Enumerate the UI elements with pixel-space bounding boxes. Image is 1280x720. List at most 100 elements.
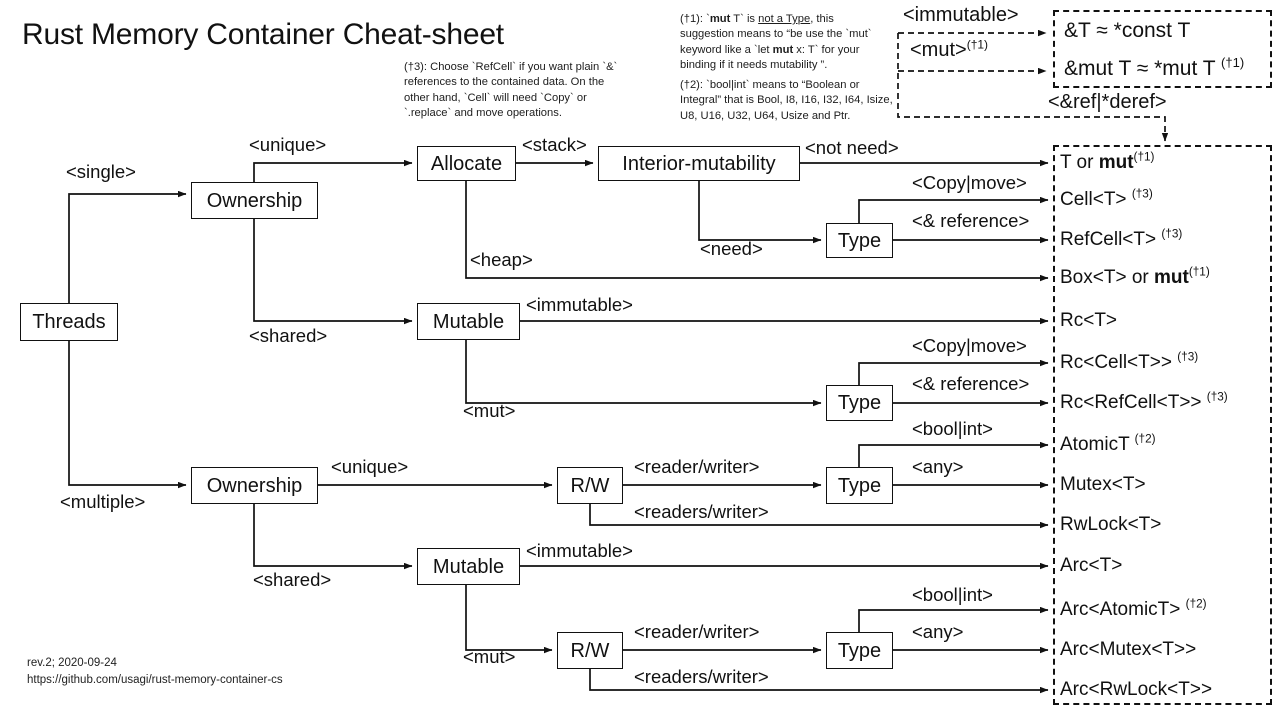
note-1-underline: not a Type bbox=[758, 13, 811, 25]
result-footnote-marker: (†3) bbox=[1206, 390, 1228, 404]
edge-label-bool-int-2: <bool|int> bbox=[912, 584, 993, 605]
result-text: Box<T> or bbox=[1060, 267, 1154, 288]
edge-label-mut-ref-sup: (†1) bbox=[966, 37, 989, 52]
result-footnote-marker: (†2) bbox=[1134, 432, 1156, 446]
edge-label-bool-int-1: <bool|int> bbox=[912, 418, 993, 439]
result-row: Rc<RefCell<T>> (†3) bbox=[1060, 390, 1228, 413]
note-1-prefix: (†1): bbox=[680, 13, 707, 25]
result-row: Cell<T> (†3) bbox=[1060, 187, 1153, 210]
node-ownership-single[interactable]: Ownership bbox=[191, 182, 318, 219]
result-text: Mutex<T> bbox=[1060, 474, 1146, 495]
result-text: T or bbox=[1060, 152, 1099, 173]
edge-label-mut-ref: <mut>(†1) bbox=[910, 37, 989, 61]
result-row: AtomicT (†2) bbox=[1060, 432, 1156, 455]
result-text: AtomicT bbox=[1060, 434, 1135, 455]
edge-label-mut-1: <mut> bbox=[463, 400, 516, 421]
node-type-rw-shared[interactable]: Type bbox=[826, 632, 893, 669]
node-type-interior[interactable]: Type bbox=[826, 223, 893, 258]
node-rw-unique[interactable]: R/W bbox=[557, 467, 623, 504]
note-dagger-1: (†1): `mut T` is not a Type, this sugges… bbox=[680, 12, 890, 74]
footer-url[interactable]: https://github.com/usagi/rust-memory-con… bbox=[27, 672, 283, 689]
note-3-prefix: (†3): bbox=[404, 61, 431, 73]
node-threads[interactable]: Threads bbox=[20, 303, 118, 341]
result-row: Arc<AtomicT> (†2) bbox=[1060, 597, 1207, 620]
edge-label-need: <need> bbox=[700, 238, 763, 259]
edge-label-unique-2: <unique> bbox=[331, 456, 409, 477]
edge-label-reference-1: <& reference> bbox=[912, 210, 1030, 231]
footer-revision: rev.2; 2020-09-24 bbox=[27, 657, 117, 669]
edge-label-immutable-ref: <immutable> bbox=[903, 4, 1019, 26]
edge-label-any-2: <any> bbox=[912, 621, 964, 642]
ref-row-mut-text: &mut T ≈ *mut T bbox=[1064, 57, 1222, 80]
result-text: Cell<T> bbox=[1060, 189, 1132, 210]
result-row: Mutex<T> bbox=[1060, 475, 1146, 494]
result-text: RefCell<T> bbox=[1060, 229, 1162, 250]
result-text: RwLock<T> bbox=[1060, 514, 1162, 535]
edge-label-readers-writer-2: <readers/writer> bbox=[634, 666, 769, 687]
note-dagger-2: (†2): `bool|int` means to “Boolean or In… bbox=[680, 78, 898, 124]
page-title: Rust Memory Container Cheat-sheet bbox=[22, 18, 504, 51]
edge-label-reference-2: <& reference> bbox=[912, 373, 1030, 394]
edge-label-ref-deref: <&ref|*deref> bbox=[1048, 91, 1167, 113]
node-allocate[interactable]: Allocate bbox=[417, 146, 516, 181]
result-row: Arc<Mutex<T>> bbox=[1060, 640, 1196, 659]
node-ownership-multiple[interactable]: Ownership bbox=[191, 467, 318, 504]
edge-label-mut-ref-text: <mut> bbox=[910, 39, 967, 61]
edge-label-reader-writer-1: <reader/writer> bbox=[634, 456, 760, 477]
result-keyword: mut bbox=[1154, 267, 1189, 288]
result-row: RefCell<T> (†3) bbox=[1060, 227, 1183, 250]
result-text: Arc<Mutex<T>> bbox=[1060, 639, 1197, 660]
result-footnote-marker: (†3) bbox=[1131, 187, 1153, 201]
note-1-mut: mut bbox=[709, 13, 731, 25]
ref-row-mut-sup: (†1) bbox=[1221, 55, 1245, 70]
result-footnote-marker: (†1) bbox=[1188, 265, 1210, 279]
diagram-canvas: Rust Memory Container Cheat-sheet (†3): … bbox=[0, 0, 1280, 720]
note-1-mut-2: mut bbox=[772, 43, 794, 56]
result-text: Rc<T> bbox=[1060, 310, 1118, 331]
result-row: Arc<RwLock<T>> bbox=[1060, 680, 1212, 699]
edge-label-heap: <heap> bbox=[470, 249, 533, 270]
edge-label-copy-move-2: <Copy|move> bbox=[912, 335, 1027, 356]
edge-label-not-need: <not need> bbox=[805, 137, 899, 158]
result-row: T or mut(†1) bbox=[1060, 150, 1155, 173]
note-dagger-3: (†3): Choose `RefCell` if you want plain… bbox=[404, 60, 622, 122]
edge-label-shared-1: <shared> bbox=[249, 325, 328, 346]
result-text: Arc<AtomicT> bbox=[1060, 599, 1186, 620]
note-2-prefix: (†2): bbox=[680, 79, 707, 91]
edge-label-any-1: <any> bbox=[912, 456, 964, 477]
node-type-shared[interactable]: Type bbox=[826, 385, 893, 421]
edge-label-stack: <stack> bbox=[522, 134, 587, 155]
node-mutable-single[interactable]: Mutable bbox=[417, 303, 520, 340]
node-interior-mutability[interactable]: Interior-mutability bbox=[598, 146, 800, 181]
edge-label-copy-move-1: <Copy|move> bbox=[912, 172, 1027, 193]
edge-label-mut-2: <mut> bbox=[463, 646, 516, 667]
node-mutable-multiple[interactable]: Mutable bbox=[417, 548, 520, 585]
edge-label-immutable-1: <immutable> bbox=[526, 294, 633, 315]
note-3-text: Choose `RefCell` if you want plain `&` r… bbox=[404, 61, 618, 120]
result-text: Rc<Cell<T>> bbox=[1060, 352, 1178, 373]
edge-label-single: <single> bbox=[66, 161, 136, 182]
edge-label-reader-writer-2: <reader/writer> bbox=[634, 621, 760, 642]
edge-label-shared-2: <shared> bbox=[253, 569, 332, 590]
result-text: Arc<RwLock<T>> bbox=[1060, 679, 1213, 700]
result-row: Rc<Cell<T>> (†3) bbox=[1060, 350, 1199, 373]
note-2-text: `bool|int` means to “Boolean or Integral… bbox=[680, 79, 893, 122]
ref-row-mut: &mut T ≈ *mut T (†1) bbox=[1064, 55, 1245, 80]
result-footnote-marker: (†1) bbox=[1133, 150, 1155, 164]
node-type-rw-unique[interactable]: Type bbox=[826, 467, 893, 504]
result-row: RwLock<T> bbox=[1060, 515, 1161, 534]
result-row: Box<T> or mut(†1) bbox=[1060, 265, 1210, 288]
edge-label-multiple: <multiple> bbox=[60, 491, 146, 512]
result-row: Arc<T> bbox=[1060, 556, 1122, 575]
node-rw-shared[interactable]: R/W bbox=[557, 632, 623, 669]
result-footnote-marker: (†3) bbox=[1161, 227, 1183, 241]
edge-label-unique-1: <unique> bbox=[249, 134, 327, 155]
result-text: Arc<T> bbox=[1060, 555, 1123, 576]
result-footnote-marker: (†3) bbox=[1177, 350, 1199, 364]
result-text: Rc<RefCell<T>> bbox=[1060, 392, 1207, 413]
result-footnote-marker: (†2) bbox=[1185, 597, 1207, 611]
result-row: Rc<T> bbox=[1060, 311, 1117, 330]
result-keyword: mut bbox=[1098, 152, 1134, 173]
note-1-b: T` is bbox=[730, 13, 759, 25]
edge-label-immutable-2: <immutable> bbox=[526, 540, 633, 561]
